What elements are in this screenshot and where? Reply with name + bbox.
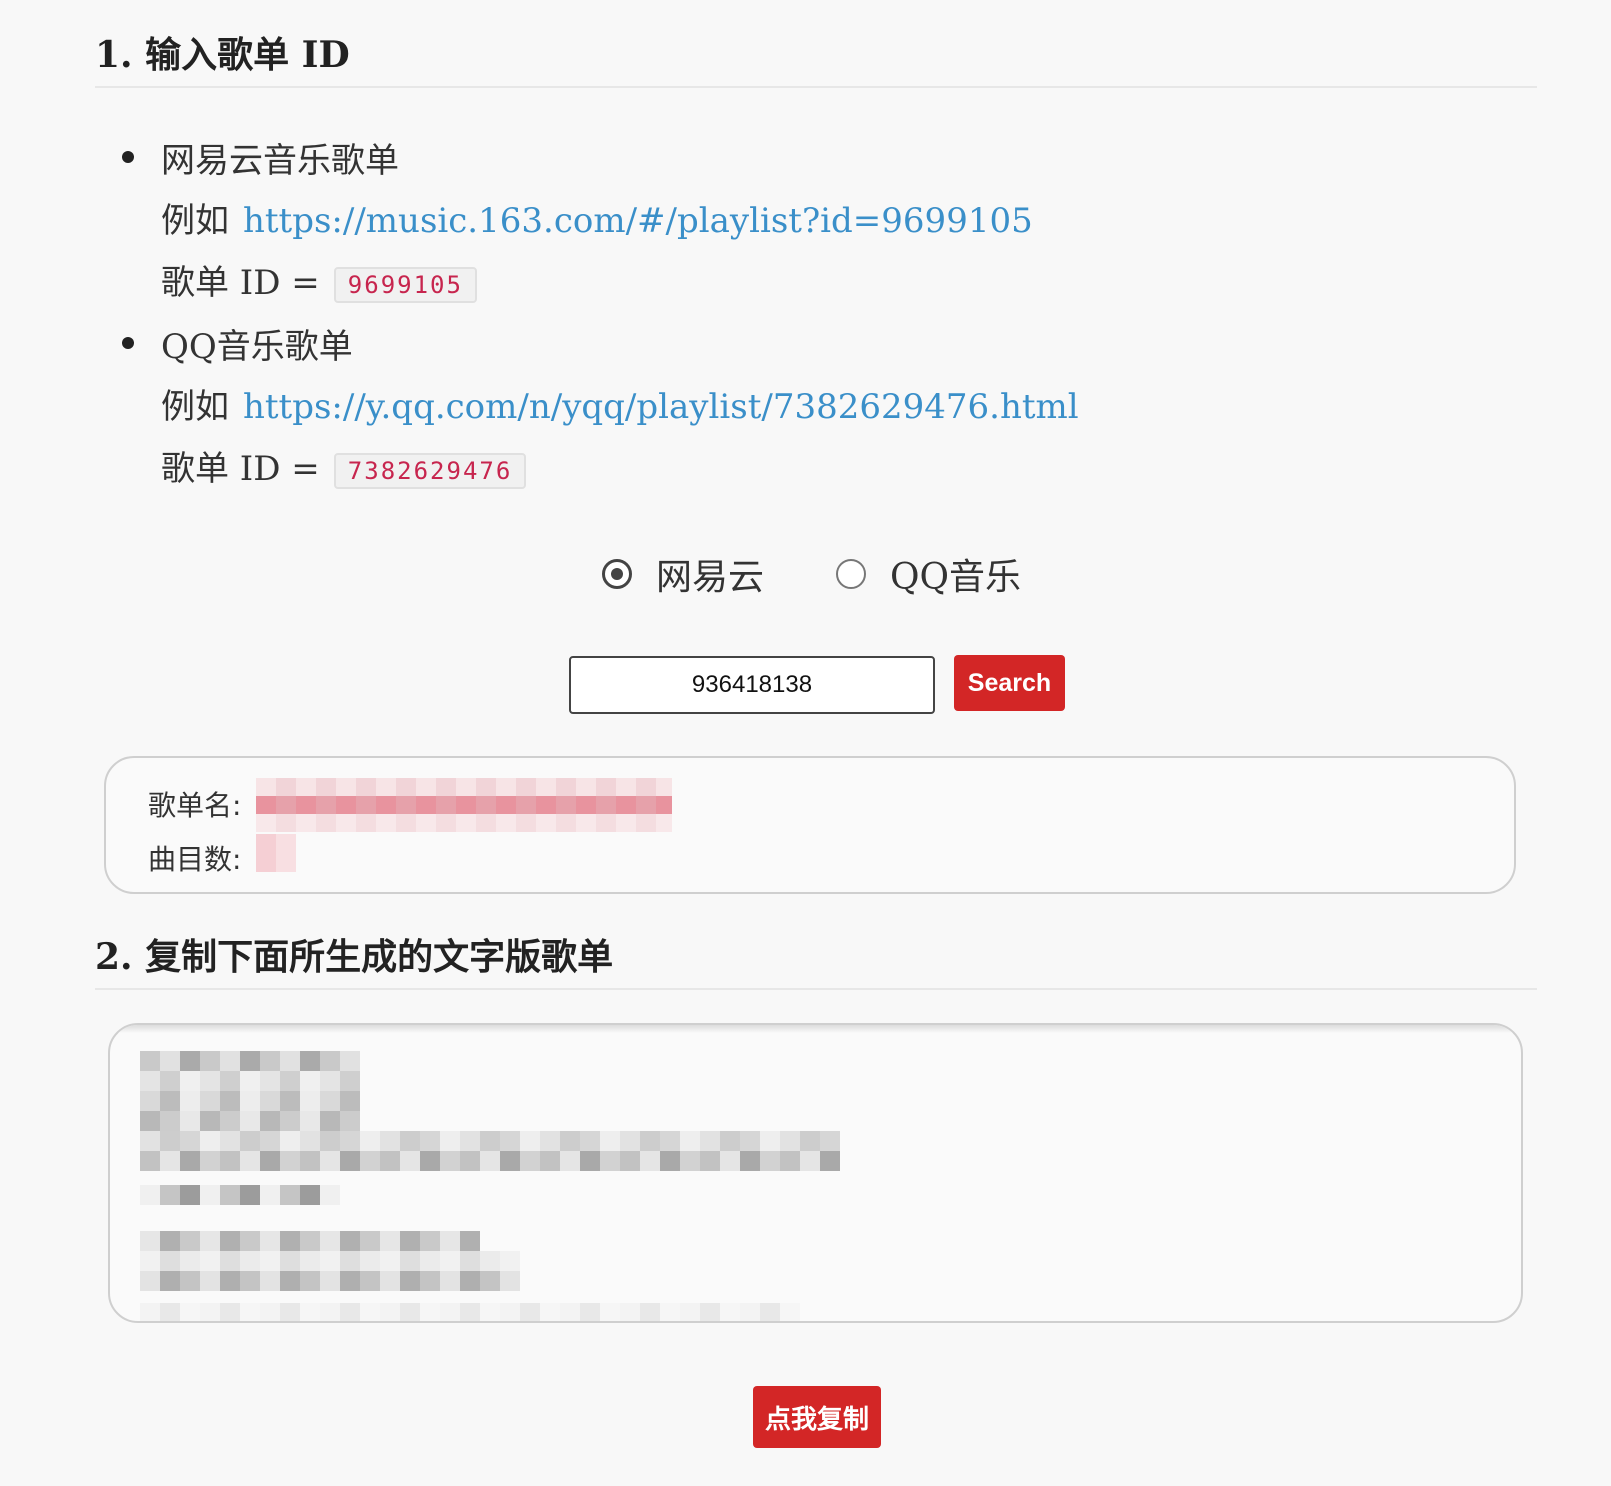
qq-id-code: 7382629476: [333, 453, 527, 489]
generated-playlist-textarea[interactable]: [108, 1023, 1523, 1323]
redacted-line: [140, 1303, 800, 1321]
radio-netease[interactable]: 网易云: [602, 548, 764, 600]
redacted-line: [140, 1071, 360, 1091]
radio-netease-label: 网易云: [656, 557, 765, 598]
section-1-divider: [95, 86, 1537, 88]
textarea-shadow: [110, 1025, 1521, 1033]
bullet-dot: [122, 151, 134, 163]
redacted-line: [140, 1111, 360, 1131]
playlist-name-row: 歌单名:: [148, 784, 241, 824]
qq-example-link[interactable]: https://y.qq.com/n/yqq/playlist/73826294…: [243, 387, 1079, 427]
redacted-track-count: [256, 834, 296, 872]
netease-id-code: 9699105: [333, 267, 477, 303]
track-count-label: 曲目数:: [148, 843, 242, 876]
redacted-line: [140, 1131, 840, 1151]
example-prefix: 例如: [161, 387, 229, 427]
section-1-title: 1. 输入歌单 ID: [95, 34, 350, 76]
search-button[interactable]: Search: [954, 655, 1065, 711]
bullet-dot: [122, 337, 134, 349]
copy-button[interactable]: 点我复制: [753, 1386, 881, 1448]
id-prefix: 歌单 ID =: [161, 263, 320, 303]
radio-qq[interactable]: QQ音乐: [836, 548, 1021, 600]
playlist-id-input[interactable]: [569, 656, 935, 714]
section-2-title: 2. 复制下面所生成的文字版歌单: [95, 936, 614, 978]
list-item-qq-title: QQ音乐歌单: [161, 327, 353, 367]
radio-checked-icon[interactable]: [602, 559, 632, 589]
redacted-line: [140, 1091, 360, 1111]
list-item-netease-id: 歌单 ID = 9699105: [161, 255, 477, 304]
redacted-line: [140, 1051, 360, 1071]
redacted-playlist-name: [256, 778, 672, 832]
redacted-line: [140, 1151, 840, 1171]
radio-unchecked-icon[interactable]: [836, 559, 866, 589]
redacted-line: [140, 1231, 480, 1251]
radio-qq-label: QQ音乐: [890, 557, 1022, 598]
playlist-name-label: 歌单名:: [148, 789, 242, 822]
list-item-netease-example: 例如 https://music.163.com/#/playlist?id=96…: [161, 193, 1033, 242]
playlist-info-box: 歌单名: 曲目数:: [104, 756, 1516, 894]
section-2-divider: [95, 988, 1537, 990]
list-item-qq-example: 例如 https://y.qq.com/n/yqq/playlist/738262…: [161, 379, 1079, 428]
redacted-line: [140, 1271, 520, 1291]
list-item-qq-id: 歌单 ID = 7382629476: [161, 441, 527, 490]
list-item-netease-title: 网易云音乐歌单: [161, 141, 399, 181]
example-prefix: 例如: [161, 201, 229, 241]
redacted-line: [140, 1251, 520, 1271]
track-count-row: 曲目数:: [148, 838, 241, 878]
redacted-line: [140, 1185, 340, 1205]
id-prefix: 歌单 ID =: [161, 449, 320, 489]
netease-example-link[interactable]: https://music.163.com/#/playlist?id=9699…: [243, 201, 1033, 241]
